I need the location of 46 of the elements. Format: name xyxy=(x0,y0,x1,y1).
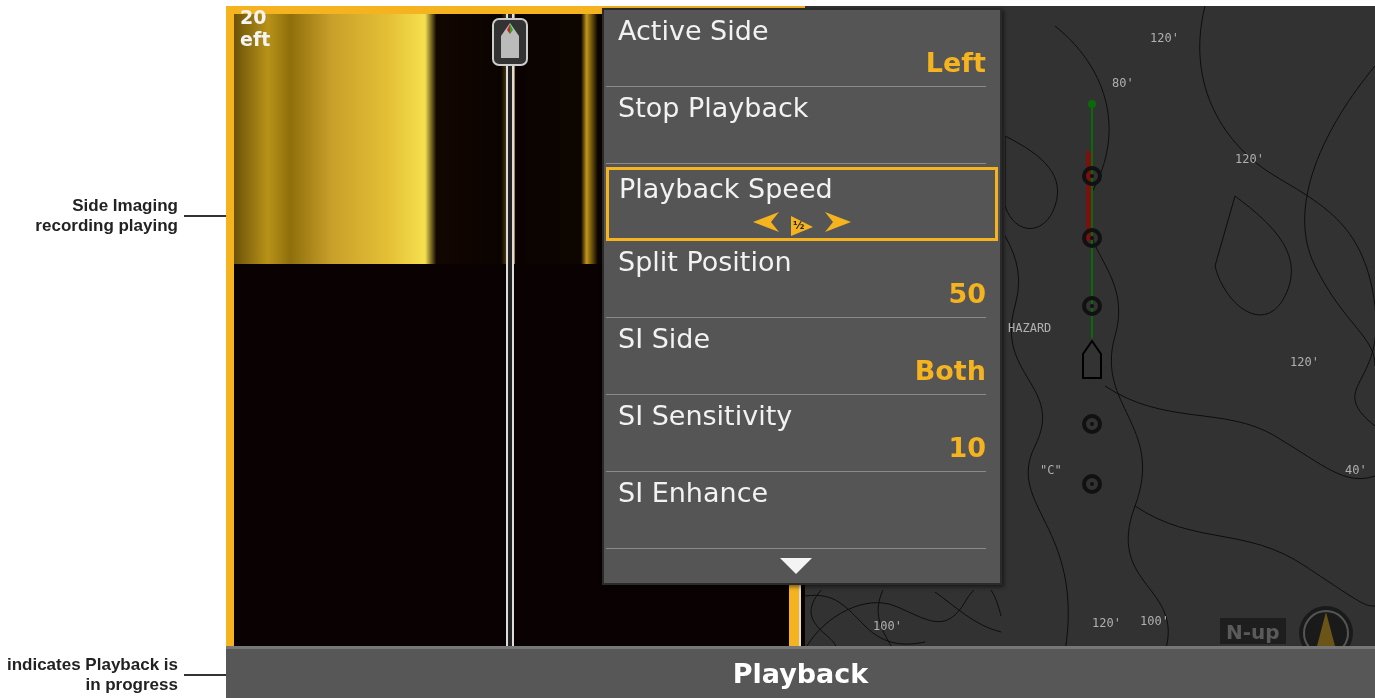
depth-label: 40' xyxy=(1345,463,1367,477)
depth-label: 120' xyxy=(1150,31,1179,45)
depth-label: "C" xyxy=(1040,463,1062,477)
scroll-down-icon[interactable] xyxy=(780,558,812,574)
menu-item-label: SI Side xyxy=(618,322,712,356)
depth-label: 120' xyxy=(1092,616,1121,630)
setting-value: 50 xyxy=(948,279,986,309)
depth-scale-label: 20 xyxy=(240,6,267,28)
setting-value: 10 xyxy=(948,433,986,463)
setting-value: Both xyxy=(914,356,986,386)
menu-item[interactable]: Playback Speed ½ xyxy=(606,167,998,241)
menu-item-label: Split Position xyxy=(618,245,793,279)
callout-text: indicates Playback is in progress xyxy=(5,655,178,695)
status-bar: Playback xyxy=(226,646,1375,698)
right-arrow-icon[interactable] xyxy=(825,212,851,232)
depth-label: 100' xyxy=(1140,614,1169,628)
depth-label: 120' xyxy=(1290,355,1319,369)
boat-icon xyxy=(1081,340,1103,380)
menu-item[interactable]: Stop Playback xyxy=(606,87,986,164)
waypoint-icon xyxy=(1082,414,1102,434)
playback-speed-value: ½ xyxy=(791,216,813,236)
depth-label: 100' xyxy=(873,619,902,633)
depth-label: HAZARD xyxy=(1008,321,1052,335)
menu-item[interactable]: SI Side Both xyxy=(606,318,986,395)
menu-item-label: SI Enhance xyxy=(618,476,770,510)
leader-line xyxy=(184,215,226,217)
side-label: eft xyxy=(240,28,271,50)
menu-item-label: Playback Speed xyxy=(619,172,834,206)
menu-item[interactable]: SI Enhance xyxy=(606,472,986,549)
waypoint-icon xyxy=(1082,166,1102,186)
waypoint-icon xyxy=(1082,474,1102,494)
setting-value: Left xyxy=(925,48,986,78)
depth-label: 120' xyxy=(1235,152,1264,166)
callout-text: Side Imaging recording playing xyxy=(34,196,178,236)
menu-item[interactable]: SI Sensitivity 10 xyxy=(606,395,986,472)
menu-item[interactable]: Active Side Left xyxy=(606,10,986,87)
menu-item-label: Active Side xyxy=(618,14,770,48)
menu-item-label: SI Sensitivity xyxy=(618,399,794,433)
boat-icon xyxy=(492,18,528,66)
menu-item-label: Stop Playback xyxy=(618,91,810,125)
menu-item[interactable]: Split Position 50 xyxy=(606,241,986,318)
waypoint-icon xyxy=(1082,296,1102,316)
left-arrow-icon[interactable] xyxy=(753,212,779,232)
leader-line xyxy=(184,674,226,676)
depth-label: 80' xyxy=(1112,76,1134,90)
waypoint-icon xyxy=(1082,228,1102,248)
